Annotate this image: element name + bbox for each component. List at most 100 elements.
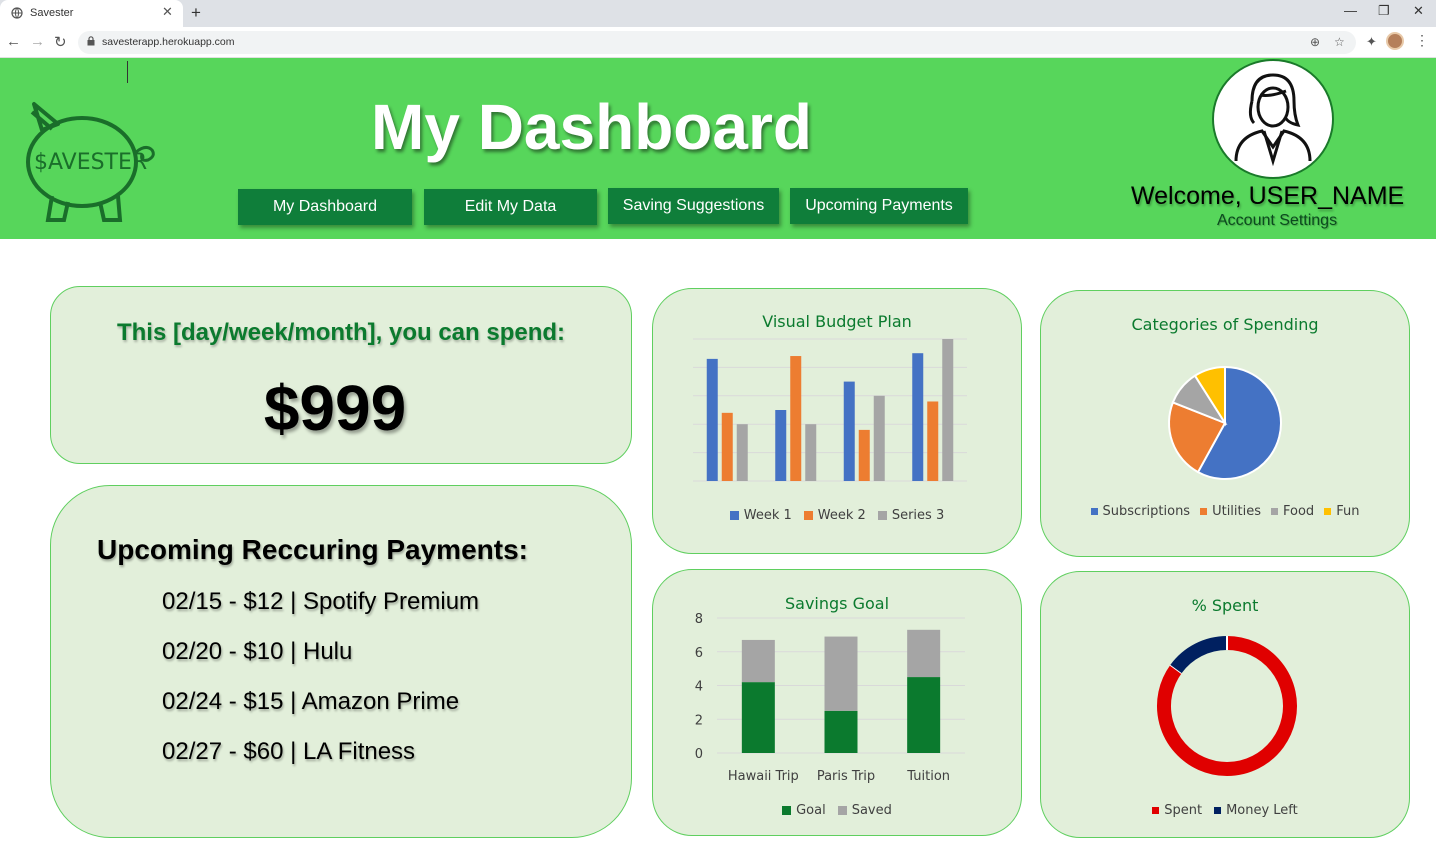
bar	[775, 410, 787, 481]
legend-item: Series 3	[877, 508, 945, 523]
bar	[736, 424, 748, 481]
upcoming-payments-card: Upcoming Reccuring Payments: 02/15 - $12…	[50, 485, 632, 838]
legend-label: Subscriptions	[1102, 504, 1191, 519]
legend-label: Utilities	[1212, 504, 1262, 519]
legend-item: Utilities	[1200, 504, 1261, 519]
legend-swatch	[729, 511, 739, 520]
x-tick-label: Paris Trip	[817, 769, 875, 784]
new-tab-button[interactable]: +	[191, 3, 201, 23]
bar	[942, 339, 954, 481]
y-tick-label: 6	[695, 646, 703, 661]
legend-label: Money Left	[1226, 803, 1298, 818]
legend-label: Fun	[1336, 504, 1360, 519]
legend-item: Money Left	[1214, 803, 1298, 818]
user-avatar[interactable]	[1212, 59, 1334, 179]
browser-tab[interactable]: Savester ✕	[0, 0, 183, 27]
spend-amount: $999	[263, 372, 407, 444]
legend-label: Spent	[1164, 803, 1203, 818]
bookmark-star-icon[interactable]: ☆	[1334, 35, 1345, 49]
close-window-button[interactable]: ✕	[1413, 3, 1424, 19]
legend-item: Fun	[1324, 504, 1359, 519]
y-tick-label: 2	[695, 713, 703, 728]
legend-swatch	[1214, 807, 1222, 814]
app-header: $AVESTER My Dashboard My Dashboard Edit …	[0, 58, 1436, 239]
visual-budget-card: Visual Budget Plan Week 1 Week 2 Series …	[652, 288, 1022, 554]
reload-icon[interactable]: ↻	[54, 33, 67, 51]
donut-segment	[1170, 636, 1228, 674]
lock-icon	[87, 36, 95, 46]
payments-title: Upcoming Reccuring Payments:	[97, 534, 528, 565]
nav-upcoming-payments-button[interactable]: Upcoming Payments	[790, 188, 968, 224]
legend-label: Week 1	[743, 508, 792, 523]
bar-segment	[907, 629, 941, 678]
percent-spent-card: % Spent Spent Money Left	[1040, 571, 1410, 838]
legend-item: Saved	[837, 803, 892, 818]
legend-swatch	[782, 806, 792, 815]
bar	[721, 412, 733, 481]
chart-legend: Spent Money Left	[1041, 803, 1409, 818]
account-settings-link[interactable]: Account Settings	[1217, 212, 1337, 230]
zoom-icon[interactable]: ⊕	[1310, 35, 1320, 49]
address-bar: ← → ↻ savesterapp.herokuapp.com ⊕ ☆ ✦ ⋮	[0, 27, 1436, 58]
legend-label: Goal	[796, 803, 826, 818]
y-tick-label: 8	[695, 612, 703, 627]
chart-legend: Week 1 Week 2 Series 3	[653, 508, 1021, 523]
legend-item: Week 1	[729, 508, 792, 523]
restore-button[interactable]: ❐	[1378, 3, 1390, 19]
chart-legend: Subscriptions Utilities Food Fun	[1041, 504, 1409, 519]
menu-kebab-icon[interactable]: ⋮	[1415, 32, 1429, 49]
legend-swatch	[1200, 508, 1208, 515]
minimize-button[interactable]: —	[1344, 3, 1357, 18]
piggy-bank-logo[interactable]: $AVESTER	[12, 96, 158, 224]
welcome-text: Welcome, USER_NAME	[1131, 182, 1405, 210]
payment-item: 02/24 - $15 | Amazon Prime	[162, 688, 460, 715]
profile-avatar-icon[interactable]	[1386, 32, 1404, 50]
legend-item: Goal	[782, 803, 826, 818]
globe-icon	[11, 7, 23, 19]
nav-saving-suggestions-button[interactable]: Saving Suggestions	[608, 188, 779, 224]
legend-swatch	[803, 511, 813, 520]
savings-goal-card: Savings Goal 0 2 4 6 8 Hawaii Trip Paris Trip T…	[652, 569, 1022, 836]
payment-item: 02/15 - $12 | Spotify Premium	[162, 588, 480, 615]
spend-title: This [day/week/month], you can spend:	[116, 319, 566, 346]
legend-item: Spent	[1152, 803, 1202, 818]
categories-card: Categories of Spending Subscriptions Uti…	[1040, 290, 1410, 557]
chart-legend: Goal Saved	[653, 803, 1021, 818]
browser-tab-bar: Savester ✕ + — ❐ ✕	[0, 0, 1436, 27]
logo-text: $AVESTER	[34, 150, 147, 175]
spend-card: This [day/week/month], you can spend: $9…	[50, 286, 632, 464]
legend-swatch	[1271, 508, 1279, 515]
url-field[interactable]: savesterapp.herokuapp.com ⊕ ☆	[78, 31, 1356, 54]
legend-label: Series 3	[891, 508, 945, 523]
bar	[706, 358, 718, 481]
legend-swatch	[1152, 807, 1160, 814]
bar-segment	[741, 639, 775, 683]
legend-item: Subscriptions	[1090, 504, 1191, 519]
legend-swatch	[877, 511, 887, 520]
bar	[912, 353, 924, 481]
close-tab-icon[interactable]: ✕	[162, 4, 173, 20]
nav-edit-my-data-button[interactable]: Edit My Data	[424, 189, 597, 225]
user-icon	[1234, 73, 1312, 167]
tab-title: Savester	[30, 7, 74, 19]
y-tick-label: 0	[695, 747, 703, 762]
bar-segment	[741, 682, 775, 753]
legend-swatch	[1324, 508, 1332, 515]
bar	[790, 356, 802, 481]
bar	[858, 429, 870, 481]
legend-swatch	[1090, 508, 1098, 515]
payment-item: 02/20 - $10 | Hulu	[162, 638, 353, 665]
bar-segment	[824, 710, 858, 753]
nav-my-dashboard-button[interactable]: My Dashboard	[238, 189, 412, 225]
back-icon[interactable]: ←	[6, 33, 21, 50]
bar	[927, 401, 939, 481]
extensions-icon[interactable]: ✦	[1366, 34, 1377, 50]
legend-label: Week 2	[817, 508, 866, 523]
text-cursor	[127, 61, 128, 83]
bar-segment	[824, 636, 858, 711]
forward-icon[interactable]: →	[30, 33, 45, 50]
x-tick-label: Hawaii Trip	[728, 769, 799, 784]
bar-segment	[907, 677, 941, 753]
legend-item: Food	[1271, 504, 1314, 519]
bar	[873, 395, 885, 481]
